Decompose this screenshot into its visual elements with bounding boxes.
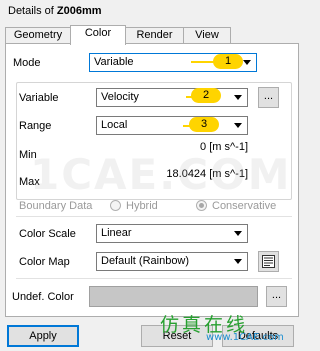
range-label: Range xyxy=(19,120,52,132)
mode-label: Mode xyxy=(13,57,41,69)
tab-geometry[interactable]: Geometry xyxy=(5,27,71,44)
watermark: 1CAE.COM xyxy=(30,150,292,199)
tab-view[interactable]: View xyxy=(183,27,231,44)
mode-value: Variable xyxy=(94,56,134,68)
color-scale-select[interactable]: Linear xyxy=(96,224,248,243)
color-scale-value: Linear xyxy=(101,227,132,239)
tab-render[interactable]: Render xyxy=(125,27,184,44)
range-select[interactable]: Local xyxy=(96,116,248,135)
hybrid-radio[interactable] xyxy=(110,200,121,211)
conservative-radio[interactable] xyxy=(196,200,207,211)
hybrid-radio-label: Hybrid xyxy=(126,200,158,212)
panel-title-object: Z006mm xyxy=(56,5,102,17)
color-map-select[interactable]: Default (Rainbow) xyxy=(96,252,248,271)
color-map-value: Default (Rainbow) xyxy=(101,255,190,267)
chevron-down-icon xyxy=(243,60,251,65)
color-scale-label: Color Scale xyxy=(19,228,76,240)
watermark-url: www.1CAE.com xyxy=(206,332,284,343)
annotation-badge-3: 3 xyxy=(189,117,219,132)
annotation-badge-2: 2 xyxy=(191,88,221,103)
panel-title-prefix: Details of xyxy=(8,5,57,17)
conservative-radio-label: Conservative xyxy=(212,200,277,212)
panel-title: Details of Z006mm xyxy=(8,5,102,17)
tab-color[interactable]: Color xyxy=(70,25,126,45)
color-map-label: Color Map xyxy=(19,256,70,268)
divider xyxy=(16,216,292,217)
divider xyxy=(16,278,292,279)
chevron-down-icon xyxy=(234,123,242,128)
chevron-down-icon xyxy=(234,259,242,264)
chevron-down-icon xyxy=(234,95,242,100)
variable-label: Variable xyxy=(19,92,59,104)
chevron-down-icon xyxy=(234,231,242,236)
boundary-data-label: Boundary Data xyxy=(19,200,93,212)
variable-value: Velocity xyxy=(101,91,139,103)
variable-more-button[interactable]: ... xyxy=(258,87,279,108)
annotation-pointer xyxy=(191,61,215,63)
variable-select[interactable]: Velocity xyxy=(96,88,248,107)
undef-color-more-button[interactable]: ... xyxy=(266,286,287,307)
annotation-badge-1: 1 xyxy=(213,54,243,69)
color-map-editor-icon[interactable] xyxy=(258,251,279,272)
apply-button[interactable]: Apply xyxy=(7,325,79,347)
range-value: Local xyxy=(101,119,128,131)
undef-color-label: Undef. Color xyxy=(12,291,74,303)
undef-color-swatch[interactable] xyxy=(89,286,258,307)
